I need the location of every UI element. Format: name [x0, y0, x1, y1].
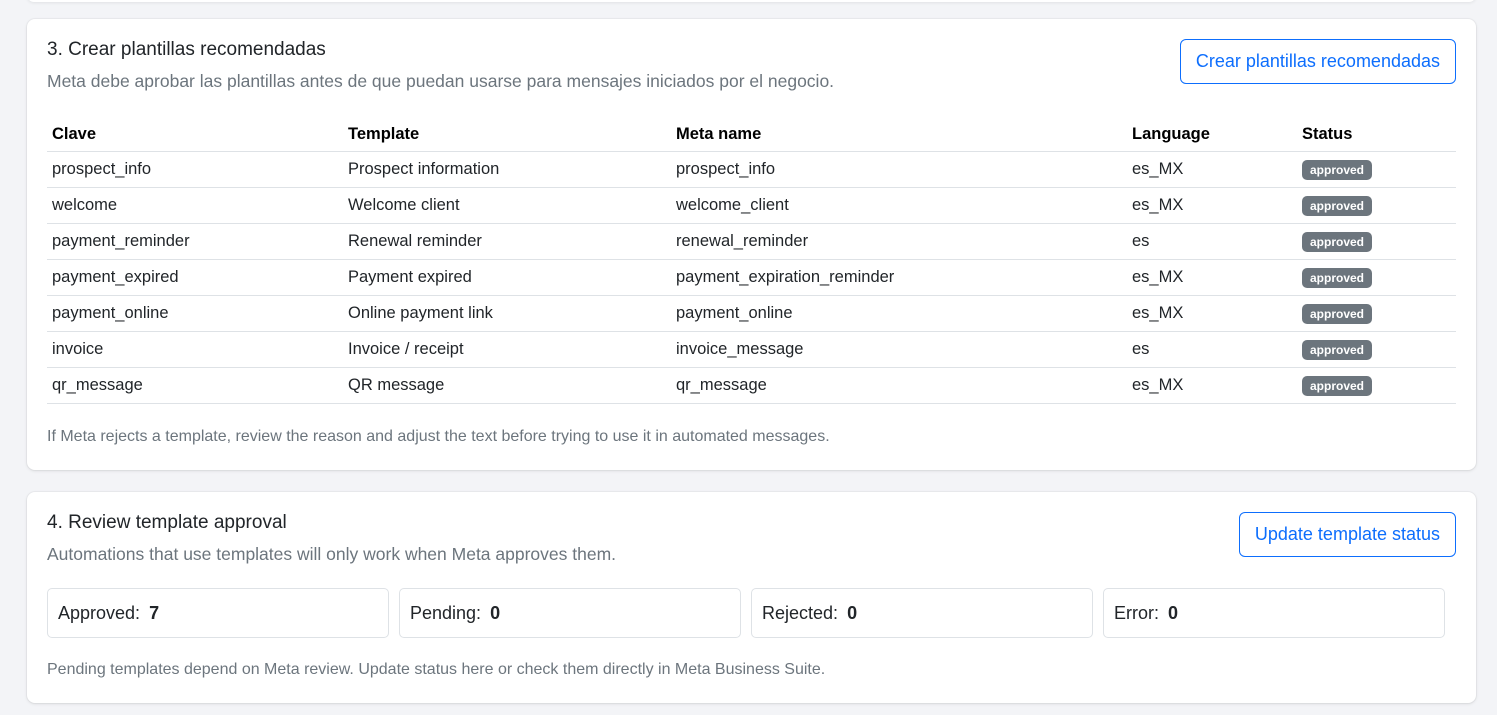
cell-key: payment_reminder [47, 223, 343, 260]
column-header-template: Template [343, 117, 671, 152]
rejection-help-note: If Meta rejects a template, review the r… [47, 428, 830, 445]
cell-status: approved [1297, 187, 1456, 224]
cell-status: approved [1297, 259, 1456, 296]
table-row: prospect_info Prospect information prosp… [47, 151, 1456, 188]
cell-status: approved [1297, 367, 1456, 404]
stat-value: 7 [149, 603, 160, 623]
card-subtitle: Meta debe aprobar las plantillas antes d… [47, 71, 835, 91]
card-title: 3. Crear plantillas recomendadas [47, 39, 326, 60]
status-badge: approved [1302, 159, 1373, 180]
cell-status: approved [1297, 151, 1456, 188]
cell-key: qr_message [47, 367, 343, 404]
column-header-meta-name: Meta name [671, 117, 1127, 152]
cell-language: es_MX [1127, 367, 1297, 404]
table-row: payment_expired Payment expired payment_… [47, 259, 1456, 296]
status-badge: approved [1302, 303, 1373, 324]
cell-key: welcome [47, 187, 343, 224]
cell-template: Renewal reminder [343, 223, 671, 260]
cell-language: es_MX [1127, 151, 1297, 188]
cell-template: Prospect information [343, 151, 671, 188]
status-badge: approved [1302, 267, 1373, 288]
cell-template: Online payment link [343, 295, 671, 332]
approval-stats: Approved: 7 Pending: 0 Rejected: 0 Error… [47, 588, 1447, 638]
card-title: 4. Review template approval [47, 512, 287, 533]
column-header-language: Language [1127, 117, 1297, 152]
cell-language: es_MX [1127, 295, 1297, 332]
template-approval-card: 4. Review template approval Automations … [27, 492, 1476, 703]
cell-status: approved [1297, 223, 1456, 260]
cell-key: prospect_info [47, 151, 343, 188]
table-row: payment_reminder Renewal reminder renewa… [47, 223, 1456, 260]
table-row: invoice Invoice / receipt invoice_messag… [47, 331, 1456, 368]
cell-status: approved [1297, 331, 1456, 368]
stat-rejected: Rejected: 0 [751, 588, 1093, 638]
cell-template: Welcome client [343, 187, 671, 224]
cell-language: es [1127, 331, 1297, 368]
pending-review-note: Pending templates depend on Meta review.… [47, 661, 826, 678]
previous-card-edge [27, 0, 1476, 2]
cell-key: payment_online [47, 295, 343, 332]
stat-value: 0 [1168, 603, 1179, 623]
templates-table: Clave Template Meta name Language Status… [47, 117, 1456, 404]
status-badge: approved [1302, 375, 1373, 396]
cell-meta-name: welcome_client [671, 187, 1127, 224]
cell-language: es_MX [1127, 259, 1297, 296]
cell-meta-name: invoice_message [671, 331, 1127, 368]
stat-value: 0 [490, 603, 501, 623]
status-badge: approved [1302, 231, 1373, 252]
table-row: payment_online Online payment link payme… [47, 295, 1456, 332]
table-header-row: Clave Template Meta name Language Status [47, 117, 1456, 152]
cell-key: invoice [47, 331, 343, 368]
cell-meta-name: renewal_reminder [671, 223, 1127, 260]
cell-template: Payment expired [343, 259, 671, 296]
cell-language: es_MX [1127, 187, 1297, 224]
status-badge: approved [1302, 195, 1373, 216]
cell-status: approved [1297, 295, 1456, 332]
stat-label: Error: [1114, 603, 1159, 623]
recommended-templates-card: 3. Crear plantillas recomendadas Meta de… [27, 19, 1476, 470]
column-header-status: Status [1297, 117, 1456, 152]
cell-key: payment_expired [47, 259, 343, 296]
stat-approved: Approved: 7 [47, 588, 389, 638]
cell-meta-name: qr_message [671, 367, 1127, 404]
stat-label: Approved: [58, 603, 141, 623]
stat-label: Rejected: [762, 603, 839, 623]
cell-template: Invoice / receipt [343, 331, 671, 368]
cell-meta-name: prospect_info [671, 151, 1127, 188]
cell-meta-name: payment_expiration_reminder [671, 259, 1127, 296]
cell-template: QR message [343, 367, 671, 404]
cell-meta-name: payment_online [671, 295, 1127, 332]
stat-value: 0 [847, 603, 858, 623]
create-templates-button[interactable]: Crear plantillas recomendadas [1179, 39, 1456, 84]
update-template-status-button[interactable]: Update template status [1238, 512, 1456, 557]
table-row: welcome Welcome client welcome_client es… [47, 187, 1456, 224]
stat-pending: Pending: 0 [399, 588, 741, 638]
column-header-key: Clave [47, 117, 343, 152]
card-subtitle: Automations that use templates will only… [47, 544, 617, 564]
cell-language: es [1127, 223, 1297, 260]
status-badge: approved [1302, 339, 1373, 360]
stat-error: Error: 0 [1103, 588, 1445, 638]
table-row: qr_message QR message qr_message es_MX a… [47, 367, 1456, 404]
stat-label: Pending: [410, 603, 482, 623]
